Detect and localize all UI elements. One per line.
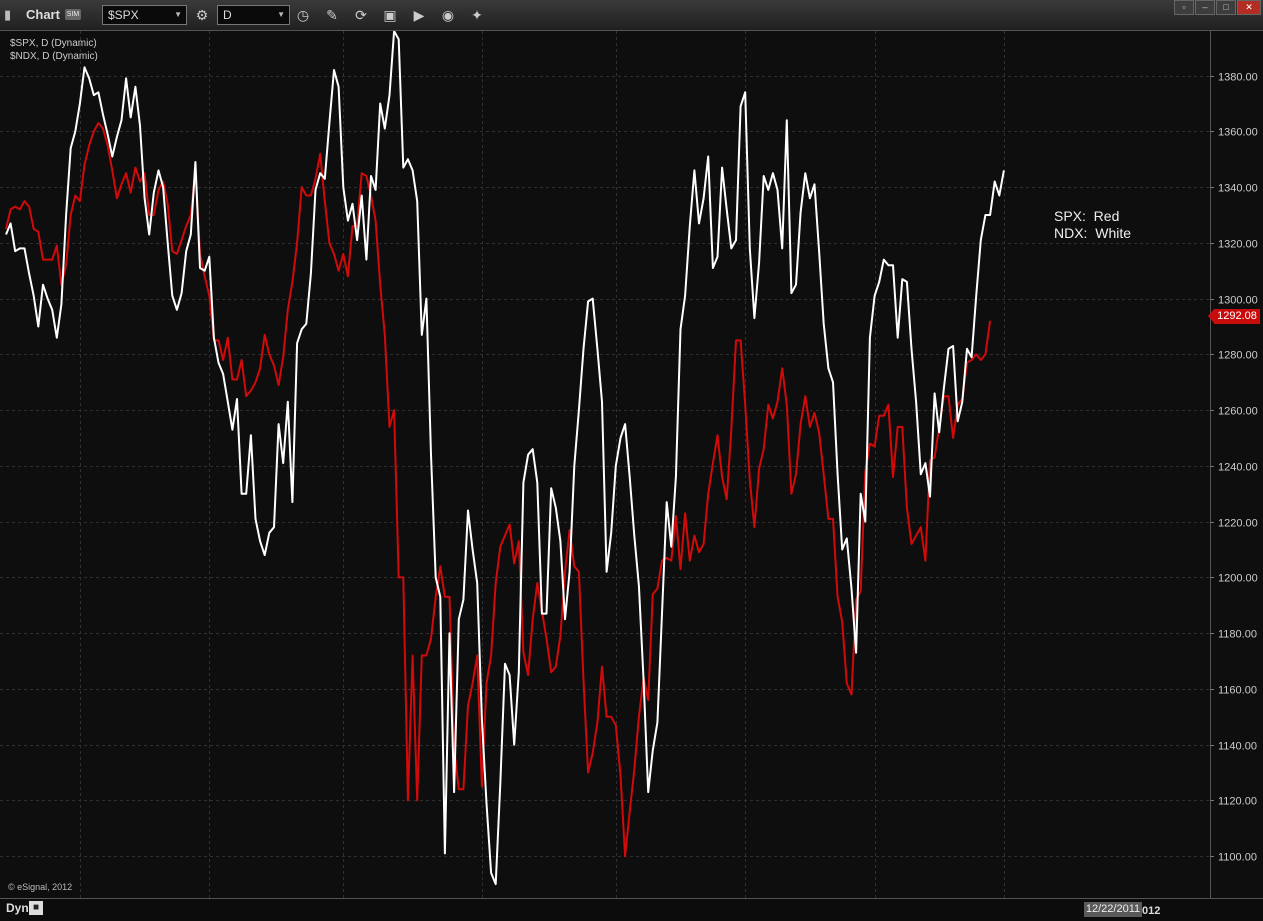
y-tick-label: 1340.00 [1218, 183, 1258, 195]
play-icon[interactable]: ▶ [409, 5, 429, 25]
chart-grid [0, 31, 1210, 898]
chart-window-icon: ▮ [4, 7, 12, 22]
spx-series-line [5, 122, 992, 858]
y-tick-label: 1300.00 [1218, 295, 1258, 307]
y-tick-label: 1320.00 [1218, 239, 1258, 251]
alert-icon[interactable]: ◉ [438, 5, 458, 25]
tools-icon[interactable]: ✦ [467, 5, 487, 25]
annotation-spx: SPX: Red [1054, 208, 1120, 224]
y-tick-label: 1280.00 [1218, 350, 1258, 362]
y-tick-label: 1100.00 [1218, 852, 1257, 864]
price-chart[interactable]: MayJunJulAugSepOctNovDec 1100.001120.001… [0, 31, 1263, 898]
ndx-series-line [5, 31, 1005, 886]
screenshot-icon[interactable]: ▣ [380, 5, 400, 25]
interval-select[interactable]: D ▼ [217, 5, 290, 25]
y-tick-label: 1120.00 [1218, 796, 1257, 808]
symbol-value: $SPX [108, 8, 139, 22]
restore-button[interactable]: – [1195, 0, 1215, 15]
y-tick-label: 1380.00 [1218, 72, 1258, 84]
symbol-input[interactable]: $SPX ▼ [102, 5, 187, 25]
cursor-date-label: 12/22/2011 [1084, 902, 1142, 917]
dynamic-mode-label[interactable]: Dyn [6, 901, 29, 915]
y-tick-label: 1200.00 [1218, 573, 1258, 585]
link-settings-icon[interactable]: ⚙ [192, 5, 212, 25]
time-axis-bar: Dyn ■ [0, 898, 1263, 921]
chart-annotation: SPX: Red NDX: White [1054, 208, 1131, 242]
window-title: Chart [26, 7, 60, 22]
y-tick-label: 1260.00 [1218, 406, 1258, 418]
interval-value: D [223, 8, 232, 22]
year-label: 012 [1142, 905, 1161, 917]
y-tick-label: 1220.00 [1218, 518, 1258, 530]
minimize-button[interactable]: ▫ [1174, 0, 1194, 15]
close-button[interactable]: ✕ [1237, 0, 1261, 15]
annotation-ndx: NDX: White [1054, 225, 1132, 241]
lock-icon[interactable]: ■ [29, 901, 43, 915]
chart-lines [5, 31, 1005, 886]
maximize-button[interactable]: □ [1216, 0, 1236, 15]
y-tick-label: 1160.00 [1218, 685, 1257, 697]
legend-spx: $SPX, D (Dynamic) [10, 38, 97, 49]
cursor-clock-icon[interactable]: ◷ [293, 5, 313, 25]
chevron-down-icon[interactable]: ▼ [277, 6, 285, 24]
y-tick-label: 1140.00 [1218, 741, 1257, 753]
refresh-icon[interactable]: ⟳ [351, 5, 371, 25]
legend-ndx: $NDX, D (Dynamic) [10, 51, 98, 62]
sim-badge: SIM [65, 9, 81, 20]
y-tick-label: 1180.00 [1218, 629, 1257, 641]
window-controls: ▫ – □ ✕ [1173, 0, 1261, 15]
draw-pencil-icon[interactable]: ✎ [322, 5, 342, 25]
chart-toolbar: ▮ Chart SIM $SPX ▼ ⚙ D ▼ ◷ ✎ ⟳ ▣ ▶ ◉ ✦ ▫… [0, 0, 1263, 31]
y-tick-label: 1240.00 [1218, 462, 1258, 474]
price-axis[interactable]: 1100.00 1120.00 1140.00 1160.00 1180.00 1200.… [1210, 72, 1258, 864]
y-tick-label: 1360.00 [1218, 127, 1258, 139]
chevron-down-icon[interactable]: ▼ [174, 6, 182, 24]
last-price-tag: 1292.08 [1208, 309, 1260, 324]
esignal-watermark: © eSignal, 2012 [8, 882, 73, 892]
